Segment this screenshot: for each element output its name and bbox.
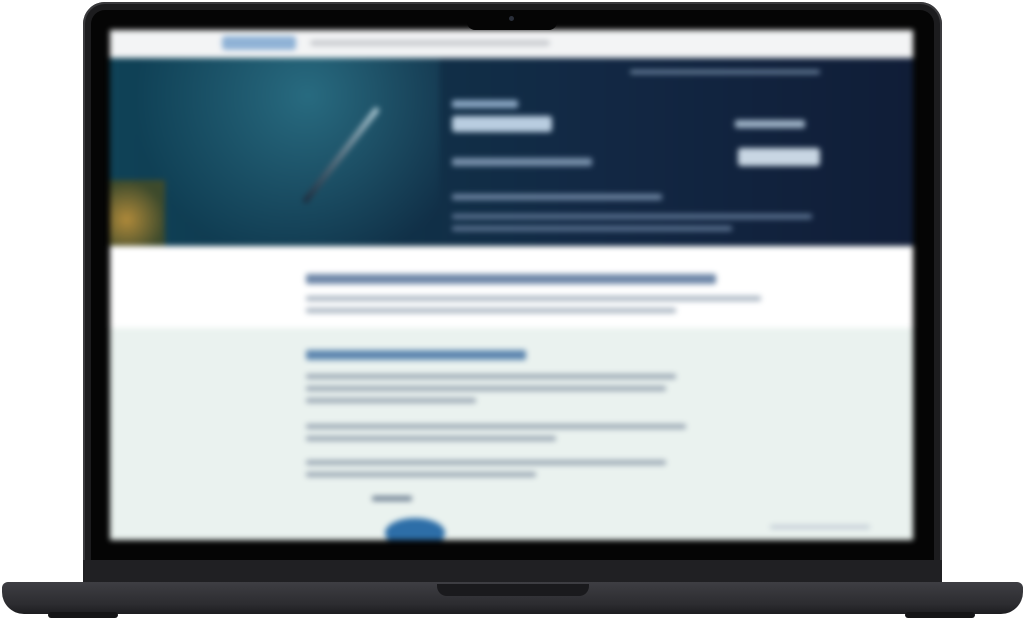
hero-nav-links[interactable] (630, 70, 820, 74)
trackpad-lip (437, 584, 589, 596)
hero-description-line (452, 226, 732, 231)
paragraph-line (306, 472, 536, 477)
partner-logo (738, 148, 820, 166)
content-link[interactable] (372, 496, 412, 501)
hero-description-line (452, 214, 812, 219)
browser-toolbar (110, 30, 913, 59)
blurred-webpage (110, 30, 913, 540)
laptop-hinge (83, 560, 942, 584)
section-heading (306, 350, 526, 360)
hero-kicker-text (452, 100, 518, 108)
paragraph-line (306, 436, 556, 441)
paragraph-line (306, 374, 676, 379)
hero-reef-image (110, 180, 165, 246)
camera-icon (509, 16, 514, 21)
footer-note (770, 525, 870, 529)
paragraph-line (306, 460, 666, 465)
paragraph-line (306, 424, 686, 429)
partner-logo-caption (735, 120, 805, 128)
laptop-foot-left (48, 612, 118, 618)
hero-title (452, 116, 552, 132)
laptop-foot-right (905, 612, 975, 618)
hero-description-line (452, 194, 662, 200)
intro-band (110, 246, 913, 328)
browser-tab-strip (310, 40, 550, 46)
laptop-mockup (0, 0, 1025, 625)
illustration-image (385, 518, 445, 540)
intro-heading (306, 274, 716, 284)
intro-text-line (306, 296, 761, 301)
browser-tab-active[interactable] (222, 36, 296, 50)
hero-subtitle (452, 158, 592, 166)
intro-text-line (306, 308, 676, 313)
paragraph-line (306, 386, 666, 391)
paragraph-line (306, 398, 476, 403)
